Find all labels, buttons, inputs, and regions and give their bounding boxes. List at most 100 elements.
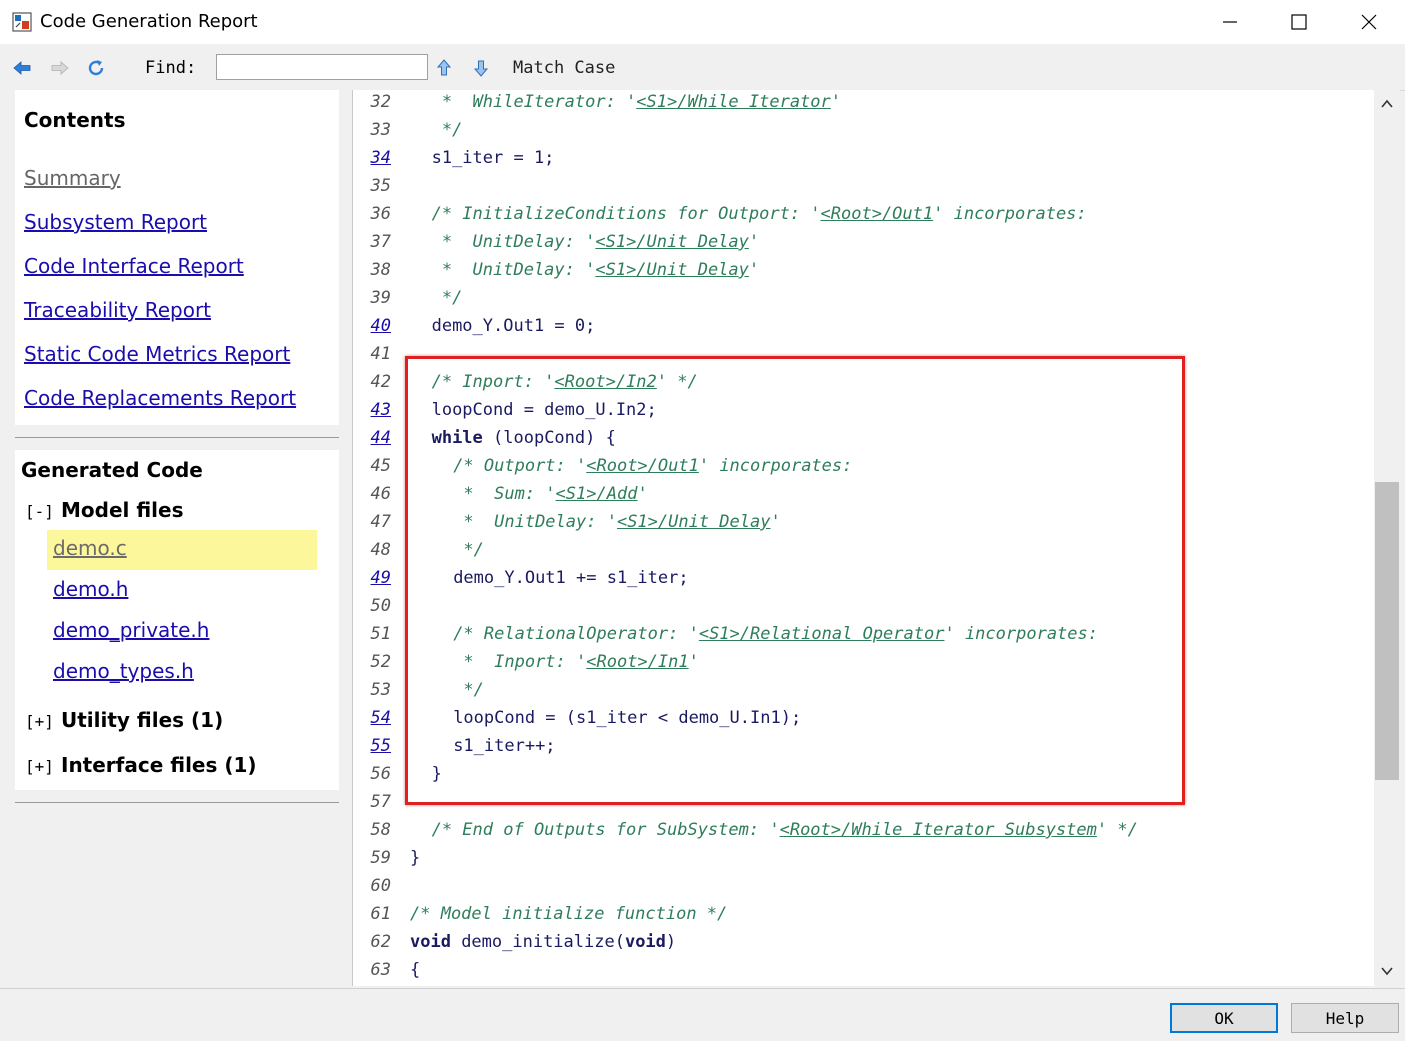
traceability-report-link[interactable]: Traceability Report — [24, 298, 211, 322]
code-view[interactable]: 32 * WhileIterator: '<S1>/While Iterator… — [352, 90, 1375, 986]
code-comment: ' — [688, 652, 699, 672]
code-line: 41 — [353, 340, 1375, 368]
find-input[interactable] — [216, 54, 428, 80]
code-line: 54 loopCond = (s1_iter < demo_U.In1); — [353, 704, 1375, 732]
code-text: /* Model initialize function */ — [410, 900, 727, 928]
code-statement: (loopCond) { — [482, 428, 616, 448]
static-code-metrics-report-link[interactable]: Static Code Metrics Report — [24, 342, 290, 366]
help-button[interactable]: Help — [1291, 1003, 1399, 1033]
code-text: s1_iter++; — [453, 732, 555, 760]
minimize-icon — [1223, 21, 1237, 23]
line-number: 51 — [370, 624, 391, 644]
code-comment: * Sum: ' — [453, 484, 556, 504]
window-title: Code Generation Report — [40, 11, 258, 32]
code-line: 55 s1_iter++; — [353, 732, 1375, 760]
code-line: 50 — [353, 592, 1375, 620]
file-link-demo-private-h[interactable]: demo_private.h — [53, 618, 209, 642]
code-comment: ' — [748, 260, 760, 280]
code-comment: ' incorporates: — [698, 456, 853, 476]
scrollbar-thumb[interactable] — [1375, 482, 1399, 780]
refresh-icon[interactable] — [86, 58, 106, 78]
line-number: 41 — [370, 344, 391, 364]
model-block-link[interactable]: <Root>/In1 — [586, 652, 688, 672]
code-comment: * UnitDelay: ' — [431, 232, 596, 252]
code-line: 46 * Sum: '<S1>/Add' — [353, 480, 1375, 508]
model-block-link[interactable]: <Root>/Out1 — [821, 204, 934, 224]
forward-arrow-icon[interactable] — [50, 58, 70, 78]
model-block-link[interactable]: <Root>/Out1 — [586, 456, 699, 476]
code-comment: ' */ — [656, 372, 698, 392]
code-text: * UnitDelay: '<S1>/Unit Delay' — [453, 508, 780, 536]
code-line: 33 */ — [353, 116, 1375, 144]
code-line: 37 * UnitDelay: '<S1>/Unit Delay' — [353, 228, 1375, 256]
code-statement: ) — [665, 932, 677, 952]
line-number: 48 — [370, 540, 391, 560]
model-files-collapse-toggle[interactable]: [-] — [25, 502, 54, 521]
code-line: 32 * WhileIterator: '<S1>/While Iterator… — [353, 90, 1375, 116]
model-files-group: Model files — [61, 498, 184, 522]
code-statement: demo_Y.Out1 += s1_iter; — [453, 568, 689, 588]
ok-button[interactable]: OK — [1170, 1003, 1278, 1033]
model-block-link[interactable]: <S1>/Unit Delay — [595, 260, 749, 280]
match-case-option[interactable]: Match Case — [513, 58, 615, 78]
find-previous-icon[interactable] — [434, 58, 454, 78]
line-number[interactable]: 34 — [353, 144, 391, 172]
code-text: } — [410, 844, 420, 872]
model-block-link[interactable]: <S1>/Relational Operator — [699, 624, 945, 644]
code-line: 35 — [353, 172, 1375, 200]
file-link-demo-types-h[interactable]: demo_types.h — [53, 659, 194, 683]
code-comment: /* Outport: ' — [453, 456, 587, 476]
code-comment: ' incorporates: — [944, 624, 1098, 644]
code-statement: } — [410, 848, 421, 868]
line-number[interactable]: 49 — [353, 564, 391, 592]
line-number: 53 — [370, 680, 391, 700]
model-block-link[interactable]: <S1>/Add — [556, 484, 638, 504]
model-block-link[interactable]: <S1>/Unit Delay — [617, 512, 771, 532]
code-text: */ — [453, 536, 483, 564]
contents-heading: Contents — [24, 108, 126, 132]
code-statement: } — [431, 764, 442, 784]
code-comment: ' — [748, 232, 760, 252]
code-comment: * Inport: ' — [453, 652, 587, 672]
minimize-button[interactable] — [1195, 0, 1265, 44]
line-number: 33 — [370, 120, 391, 140]
code-line: 43 loopCond = demo_U.In2; — [353, 396, 1375, 424]
line-number[interactable]: 55 — [353, 732, 391, 760]
model-block-link[interactable]: <S1>/While Iterator — [636, 92, 830, 112]
find-label: Find: — [145, 58, 197, 78]
file-link-demo-c[interactable]: demo.c — [53, 536, 127, 560]
code-interface-report-link[interactable]: Code Interface Report — [24, 254, 244, 278]
file-link-demo-h[interactable]: demo.h — [53, 577, 128, 601]
code-comment: */ — [431, 288, 463, 308]
line-number[interactable]: 44 — [353, 424, 391, 452]
code-text: * UnitDelay: '<S1>/Unit Delay' — [432, 256, 760, 284]
model-block-link[interactable]: <Root>/In2 — [554, 372, 656, 392]
line-number[interactable]: 43 — [353, 396, 391, 424]
vertical-scrollbar[interactable] — [1374, 90, 1400, 986]
line-number[interactable]: 40 — [353, 312, 391, 340]
interface-files-expand-toggle[interactable]: [+] — [25, 757, 54, 776]
model-block-link[interactable]: <Root>/While Iterator Subsystem — [780, 820, 1097, 840]
code-text: /* Inport: '<Root>/In2' */ — [432, 368, 698, 396]
code-text: { — [410, 956, 420, 984]
code-comment: */ — [431, 120, 463, 140]
code-comment: ' */ — [1096, 820, 1138, 840]
summary-link[interactable]: Summary — [24, 166, 121, 190]
maximize-button[interactable] — [1264, 0, 1334, 44]
code-line: 47 * UnitDelay: '<S1>/Unit Delay' — [353, 508, 1375, 536]
close-window-button[interactable] — [1334, 0, 1404, 44]
find-next-icon[interactable] — [471, 58, 491, 78]
code-statement: s1_iter = 1; — [431, 148, 555, 168]
back-arrow-icon[interactable] — [12, 58, 32, 78]
model-block-link[interactable]: <S1>/Unit Delay — [595, 232, 749, 252]
utility-files-expand-toggle[interactable]: [+] — [25, 712, 54, 731]
line-number: 50 — [370, 596, 391, 616]
utility-files-group: Utility files (1) — [61, 708, 224, 732]
code-text: loopCond = (s1_iter < demo_U.In1); — [453, 704, 801, 732]
code-replacements-report-link[interactable]: Code Replacements Report — [24, 386, 296, 410]
code-comment: ' — [637, 484, 648, 504]
scroll-up-icon[interactable] — [1379, 96, 1395, 112]
subsystem-report-link[interactable]: Subsystem Report — [24, 210, 207, 234]
line-number[interactable]: 54 — [353, 704, 391, 732]
scroll-down-icon[interactable] — [1379, 963, 1395, 979]
